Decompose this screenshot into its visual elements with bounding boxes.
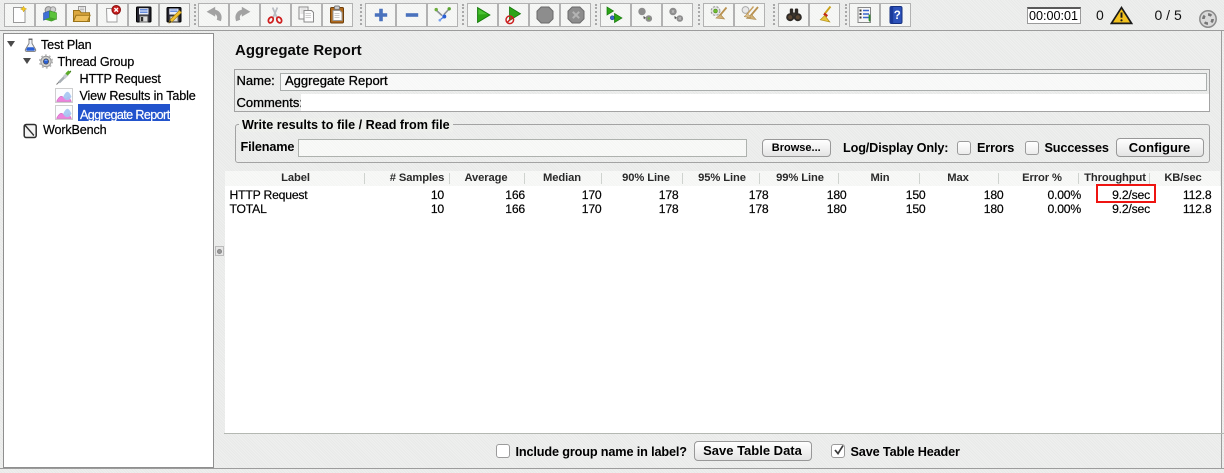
svg-text:?: ? [893, 10, 900, 22]
